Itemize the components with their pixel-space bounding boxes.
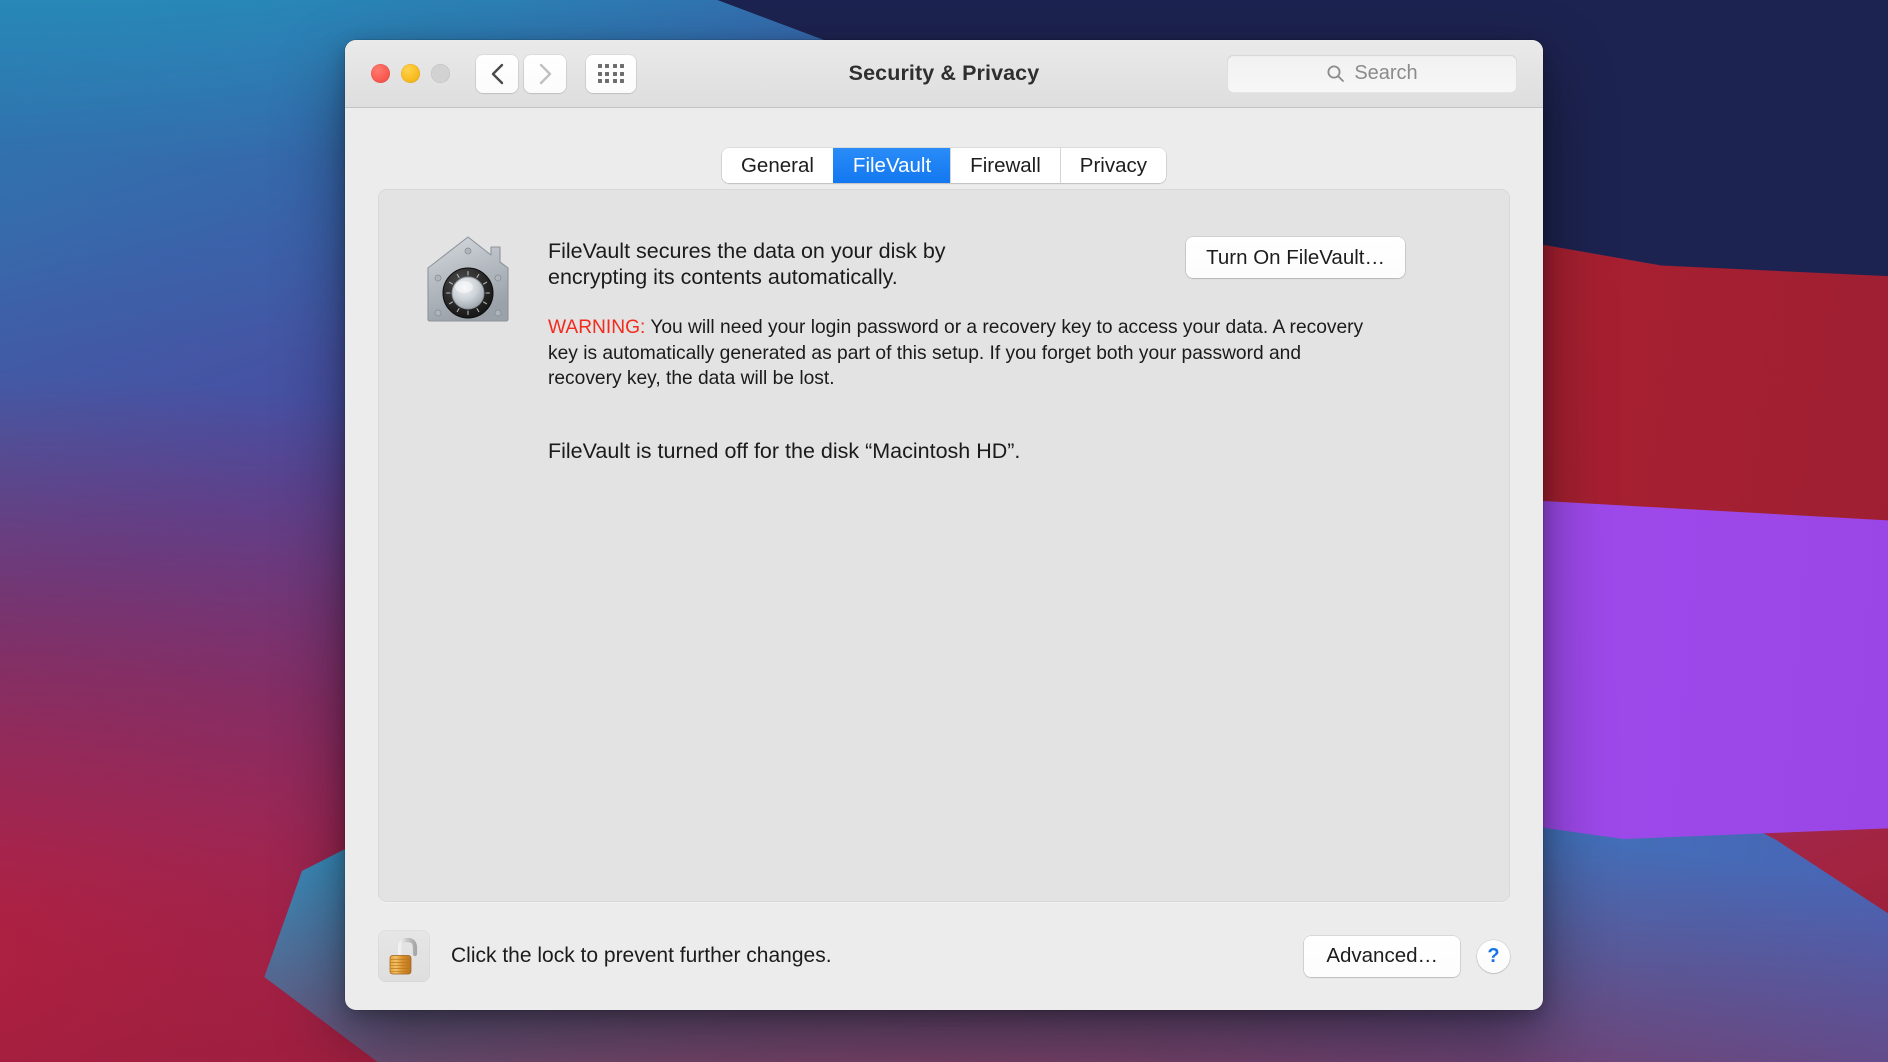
filevault-panel: FileVault secures the data on your disk … [378,189,1510,902]
filevault-description: FileVault secures the data on your disk … [548,239,946,290]
tab-privacy[interactable]: Privacy [1059,148,1167,183]
advanced-button[interactable]: Advanced… [1304,935,1460,977]
show-all-button[interactable] [586,54,636,93]
help-button[interactable]: ? [1477,939,1510,973]
search-placeholder: Search [1354,62,1418,84]
tab-segmented-control: General FileVault Firewall Privacy [721,148,1167,183]
warning-body: You will need your login password or a r… [548,317,1364,390]
navigation-buttons [476,54,566,93]
chevron-left-icon [491,63,503,84]
lock-toggle-button[interactable] [378,930,430,982]
turn-on-filevault-button[interactable]: Turn On FileVault… [1186,237,1405,278]
search-icon [1327,65,1345,82]
grid-dots-icon [597,64,625,83]
security-privacy-window: Security & Privacy Search General FileVa… [345,40,1543,1010]
back-button[interactable] [476,54,518,93]
zoom-window-button [431,64,450,83]
window-titlebar: Security & Privacy Search [345,40,1543,108]
filevault-vault-icon [425,234,511,324]
unlocked-padlock-icon [389,937,418,975]
warning-label: WARNING: [548,317,646,339]
lock-message: Click the lock to prevent further change… [451,944,832,967]
chevron-right-icon [539,63,551,84]
minimize-window-button[interactable] [401,64,420,83]
close-window-button[interactable] [371,64,390,83]
tab-general[interactable]: General [721,148,833,183]
tab-filevault[interactable]: FileVault [832,148,951,183]
forward-button[interactable] [524,54,566,93]
filevault-header-row: FileVault secures the data on your disk … [378,189,1510,464]
search-input[interactable]: Search [1227,54,1517,93]
desktop-wallpaper: Security & Privacy Search General FileVa… [0,0,1888,1062]
filevault-warning: WARNING: You will need your login passwo… [548,315,1366,391]
window-bottom-bar: Click the lock to prevent further change… [345,902,1543,1010]
bottom-actions: Advanced… ? [1304,935,1510,977]
tab-firewall[interactable]: Firewall [950,148,1060,183]
preference-tabbar: General FileVault Firewall Privacy [345,108,1543,189]
traffic-light-group [371,64,450,83]
filevault-status-text: FileVault is turned off for the disk “Ma… [548,439,1021,464]
